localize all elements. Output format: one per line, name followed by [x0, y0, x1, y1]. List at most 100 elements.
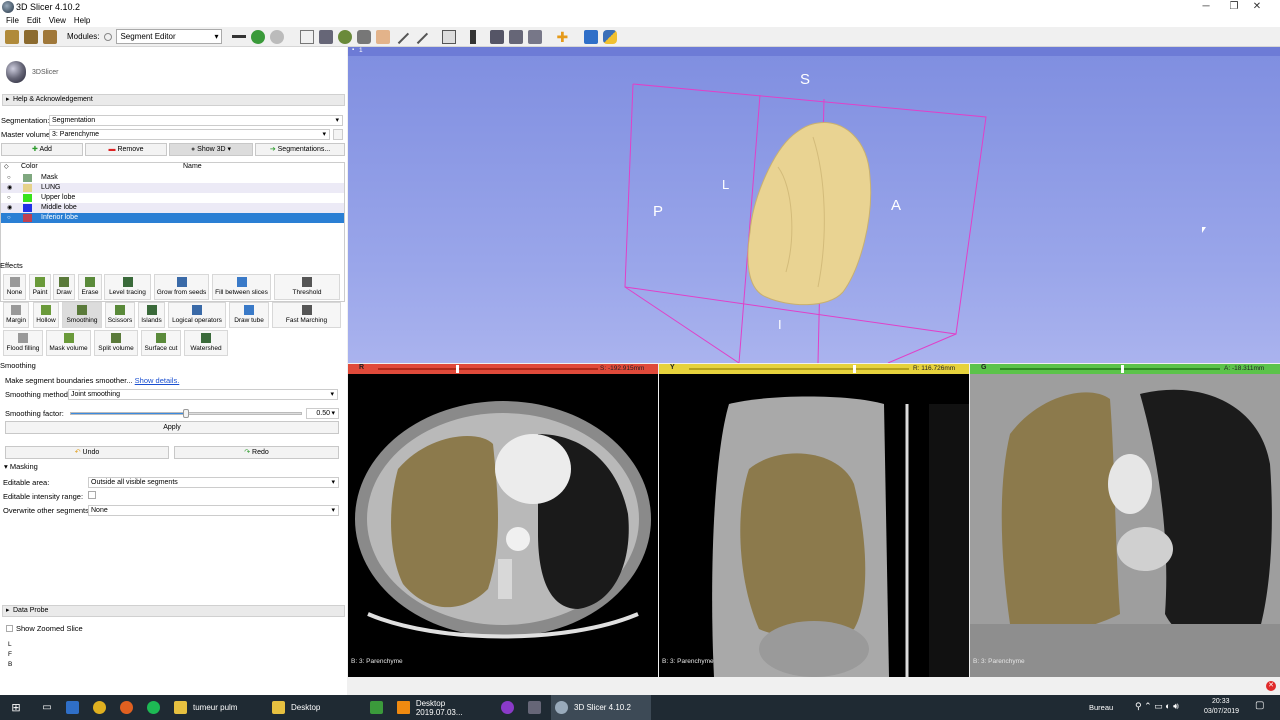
- task-view-icon[interactable]: ▭: [32, 702, 62, 713]
- effect-mask-volume[interactable]: Mask volume: [46, 330, 91, 356]
- overwrite-selector[interactable]: None: [88, 505, 339, 516]
- effect-watershed[interactable]: Watershed: [184, 330, 228, 356]
- help-section-header[interactable]: Help & Acknowledgement: [2, 94, 345, 106]
- taskbar-slicer[interactable]: 3D Slicer 4.10.2: [551, 695, 651, 720]
- green-slice-handle[interactable]: [1121, 365, 1124, 373]
- segment-name[interactable]: Middle lobe: [41, 203, 77, 213]
- search-icon[interactable]: [104, 32, 113, 41]
- volume-icon[interactable]: [319, 29, 334, 44]
- add-segment-button[interactable]: ✚ Add: [1, 143, 83, 156]
- segment-color-swatch[interactable]: [23, 184, 32, 192]
- segment-color-swatch[interactable]: [23, 194, 32, 202]
- taskbar-firefox[interactable]: [116, 695, 143, 720]
- smoothing-method-selector[interactable]: Joint smoothing: [68, 389, 338, 400]
- undo-button[interactable]: ↶ Undo: [5, 446, 169, 459]
- grid-layout-icon[interactable]: [442, 29, 457, 44]
- taskbar-chrome[interactable]: [89, 695, 116, 720]
- effect-paint[interactable]: Paint: [29, 274, 51, 300]
- smoothing-factor-slider[interactable]: [70, 409, 302, 418]
- segment-row[interactable]: ○ Inferior lobe: [1, 213, 344, 223]
- data-probe-header[interactable]: Data Probe: [2, 605, 345, 617]
- segment-row[interactable]: ◉ LUNG: [1, 183, 344, 193]
- effect-level-tracing[interactable]: Level tracing: [104, 274, 151, 300]
- red-slice-handle[interactable]: [456, 365, 459, 373]
- effect-grow-from-seeds[interactable]: Grow from seeds: [154, 274, 209, 300]
- segment-row[interactable]: ◉ Middle lobe: [1, 203, 344, 213]
- models-icon[interactable]: [338, 29, 353, 44]
- segment-row[interactable]: ○ Upper lobe: [1, 193, 344, 203]
- layout-icon[interactable]: [300, 29, 315, 44]
- eye-closed-icon[interactable]: ○: [7, 215, 13, 221]
- effect-draw-tube[interactable]: Draw tube: [229, 302, 269, 328]
- taskbar-spotify[interactable]: [143, 695, 170, 720]
- taskbar-tumeur-pulm[interactable]: tumeur pulm: [170, 695, 268, 720]
- taskbar-app-gray[interactable]: [524, 695, 551, 720]
- eye-closed-icon[interactable]: ○: [7, 195, 13, 201]
- effect-hollow[interactable]: Hollow: [33, 302, 59, 328]
- smoothing-factor-spinbox[interactable]: 0.50: [306, 408, 339, 419]
- module-selector[interactable]: Segment Editor: [116, 29, 223, 44]
- start-button[interactable]: ⊞: [0, 701, 32, 714]
- effect-fast-marching[interactable]: Fast Marching: [272, 302, 341, 328]
- menu-file[interactable]: File: [6, 16, 19, 25]
- effect-threshold[interactable]: Threshold: [274, 274, 340, 300]
- menu-view[interactable]: View: [49, 16, 66, 25]
- close-button[interactable]: ✕: [1234, 0, 1280, 14]
- yellow-slice-controller[interactable]: Y R: 116.726mm: [659, 364, 969, 374]
- green-slice-slider[interactable]: [1000, 368, 1220, 370]
- red-slice-controller[interactable]: R S: -192.915mm: [348, 364, 658, 374]
- dicom-icon[interactable]: [24, 29, 38, 44]
- effect-erase[interactable]: Erase: [78, 274, 102, 300]
- segment-name[interactable]: Mask: [41, 173, 58, 183]
- fiducial-icon[interactable]: ✚: [556, 30, 570, 44]
- master-volume-selector[interactable]: 3: Parenchyme: [49, 129, 330, 140]
- eye-open-icon[interactable]: ◉: [7, 205, 13, 211]
- markups-icon[interactable]: [376, 29, 391, 44]
- taskbar-explorer[interactable]: [62, 695, 89, 720]
- scene-view-icon[interactable]: [509, 29, 524, 44]
- tray-icons[interactable]: ⚲ ⌃ ▭ ◐ 🔊︎: [1135, 701, 1179, 712]
- tray-bureau-label[interactable]: Bureau: [1089, 703, 1113, 712]
- remove-segment-button[interactable]: ▬ Remove: [85, 143, 167, 156]
- segment-color-swatch[interactable]: [23, 174, 32, 182]
- editable-intensity-checkbox[interactable]: [88, 491, 96, 499]
- editable-area-selector[interactable]: Outside all visible segments: [88, 477, 339, 488]
- module-history-icon[interactable]: [232, 35, 247, 38]
- forward-arrow-icon[interactable]: [270, 29, 285, 44]
- taskbar-desktop[interactable]: Desktop: [268, 695, 366, 720]
- python-icon[interactable]: [603, 29, 618, 44]
- segmentation-selector[interactable]: Segmentation: [49, 115, 343, 126]
- ruler-icon[interactable]: [395, 29, 410, 44]
- python-console-icon[interactable]: [584, 29, 599, 44]
- redo-button[interactable]: ↷ Redo: [174, 446, 339, 459]
- menu-edit[interactable]: Edit: [27, 16, 41, 25]
- green-slice-view[interactable]: B: 3: Parenchyme: [970, 374, 1280, 677]
- eye-open-icon[interactable]: ◉: [7, 185, 13, 191]
- extension-icon[interactable]: [528, 29, 543, 44]
- menu-help[interactable]: Help: [74, 16, 90, 25]
- segment-row[interactable]: ○ Mask: [1, 173, 344, 183]
- yellow-slice-slider[interactable]: [689, 368, 909, 370]
- effect-none[interactable]: None: [3, 274, 26, 300]
- master-volume-options-icon[interactable]: [333, 129, 343, 140]
- segment-name[interactable]: Upper lobe: [41, 193, 75, 203]
- show-3d-button[interactable]: ● Show 3D ▾: [169, 143, 253, 156]
- yellow-slice-handle[interactable]: [853, 365, 856, 373]
- segment-color-swatch[interactable]: [23, 204, 32, 212]
- 3d-view[interactable]: ▪ 1 S L P A I: [348, 47, 1280, 363]
- close-overlay-icon[interactable]: ✕: [1266, 681, 1276, 691]
- effect-scissors[interactable]: Scissors: [105, 302, 135, 328]
- transforms-icon[interactable]: [357, 29, 372, 44]
- effect-logical-operators[interactable]: Logical operators: [168, 302, 226, 328]
- red-slice-slider[interactable]: [378, 368, 598, 370]
- apply-button[interactable]: Apply: [5, 421, 339, 434]
- effect-surface-cut[interactable]: Surface cut: [141, 330, 181, 356]
- angle-icon[interactable]: [414, 29, 429, 44]
- masking-header[interactable]: ▾ Masking: [4, 462, 38, 471]
- segmentations-button[interactable]: ➔ Segmentations...: [255, 143, 345, 156]
- taskbar-app-purple[interactable]: [497, 695, 524, 720]
- effect-margin[interactable]: Margin: [3, 302, 29, 328]
- taskbar-vlc[interactable]: Desktop 2019.07.03...: [393, 695, 497, 720]
- load-data-icon[interactable]: [5, 29, 19, 44]
- effect-islands[interactable]: Islands: [138, 302, 165, 328]
